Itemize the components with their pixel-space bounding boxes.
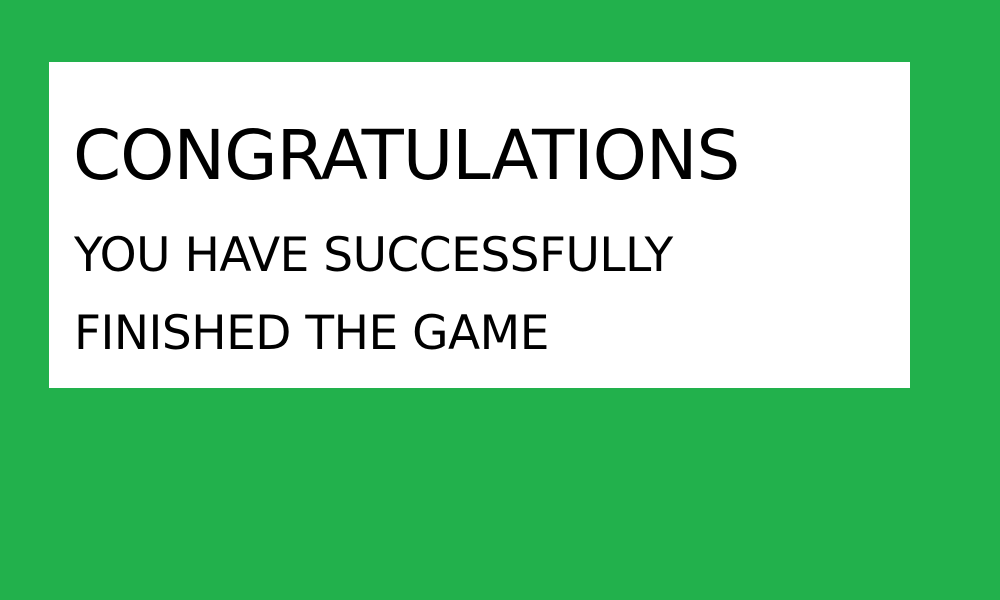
game-complete-screen: CONGRATULATIONS YOU HAVE SUCCESSFULLY FI… <box>0 0 1000 600</box>
success-message-line-1: YOU HAVE SUCCESSFULLY <box>74 228 673 283</box>
success-message-line-2: FINISHED THE GAME <box>74 306 549 361</box>
message-panel: CONGRATULATIONS YOU HAVE SUCCESSFULLY FI… <box>49 62 910 388</box>
congratulations-title: CONGRATULATIONS <box>73 116 740 196</box>
